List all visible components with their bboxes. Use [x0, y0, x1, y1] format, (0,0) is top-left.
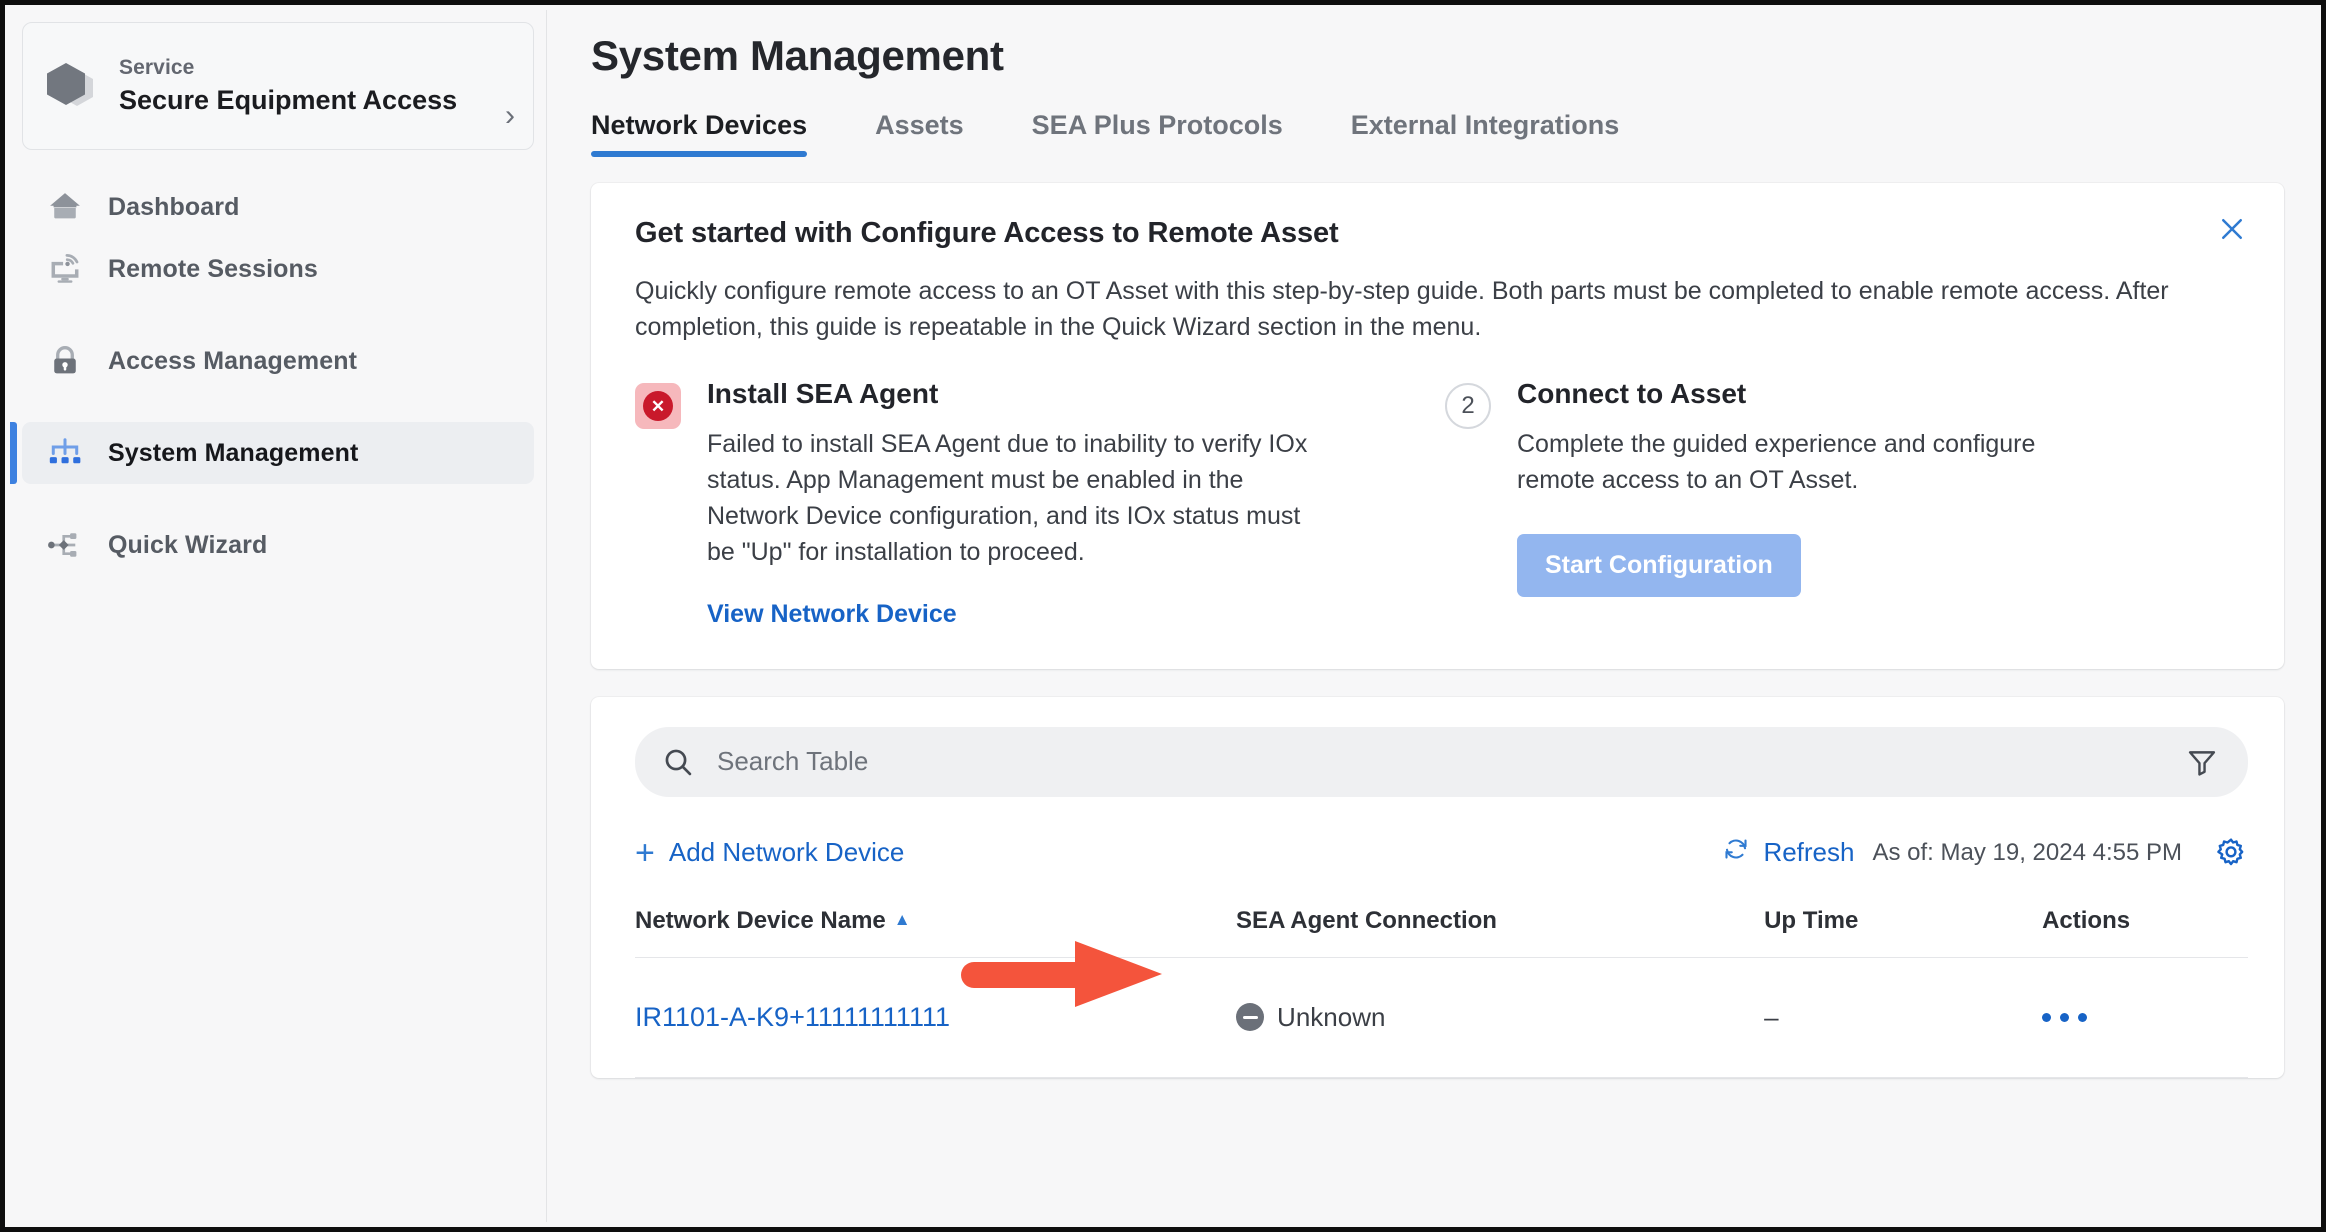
search-icon	[661, 745, 699, 779]
home-icon	[44, 186, 86, 228]
error-x-icon: ✕	[643, 391, 673, 421]
tab-sea-plus-protocols[interactable]: SEA Plus Protocols	[1032, 110, 1283, 157]
get-started-steps: ✕ Install SEA Agent Failed to install SE…	[635, 378, 2244, 629]
uptime-value: –	[1764, 1001, 1779, 1032]
start-configuration-button[interactable]: Start Configuration	[1517, 533, 1801, 597]
get-started-description: Quickly configure remote access to an OT…	[635, 277, 2169, 341]
system-nodes-icon	[44, 432, 86, 474]
step-title: Connect to Asset	[1517, 378, 1747, 409]
step-connect-to-asset: 2 Connect to Asset Complete the guided e…	[1445, 378, 2085, 629]
page-title: System Management	[591, 32, 1004, 79]
view-network-device-link[interactable]: View Network Device	[707, 600, 957, 629]
network-devices-panel: + Add Network Device	[591, 696, 2284, 1078]
sidebar-item-label: Quick Wizard	[108, 530, 268, 559]
sidebar-item-dashboard[interactable]: Dashboard	[22, 176, 534, 238]
lock-icon	[44, 340, 86, 382]
column-actions: Actions	[2042, 906, 2248, 958]
cell-actions	[2042, 957, 2248, 1078]
sidebar-item-remote-sessions[interactable]: Remote Sessions	[22, 238, 534, 300]
sidebar-item-label: System Management	[108, 438, 359, 467]
service-name: Secure Equipment Access	[119, 84, 458, 115]
close-icon[interactable]	[2210, 207, 2254, 251]
tab-label: External Integrations	[1350, 110, 1620, 140]
sort-asc-icon: ▲	[893, 909, 911, 929]
connection-status-text: Unknown	[1277, 1001, 1386, 1032]
minus-circle-icon	[1236, 1003, 1265, 1032]
content-area: Get started with Configure Access to Rem…	[547, 157, 2316, 1078]
step-description: Failed to install SEA Agent due to inabi…	[707, 429, 1308, 566]
refresh-label: Refresh	[1763, 837, 1855, 868]
search-bar[interactable]	[635, 726, 2248, 797]
remote-monitor-icon	[44, 248, 86, 290]
network-devices-table: Network Device Name ▲ SEA Agent Connectio…	[635, 906, 2248, 1078]
step-title: Install SEA Agent	[707, 378, 939, 409]
add-network-device-button[interactable]: + Add Network Device	[635, 836, 904, 870]
column-label: Up Time	[1764, 906, 1859, 934]
toolbar-right: Refresh As of: May 19, 2024 4:55 PM	[1721, 834, 2248, 871]
tab-label: Network Devices	[591, 110, 808, 140]
more-actions-icon[interactable]	[2042, 1012, 2248, 1022]
error-badge-icon: ✕	[635, 383, 681, 429]
cell-uptime: –	[1764, 957, 2043, 1078]
sidebar-item-label: Remote Sessions	[108, 254, 318, 283]
step-number-badge: 2	[1445, 383, 1491, 429]
screenshot-frame: Service Secure Equipment Access › Dashbo…	[0, 0, 2326, 1232]
wizard-nodes-icon	[44, 524, 86, 566]
column-sea-agent-connection[interactable]: SEA Agent Connection	[1236, 906, 1765, 958]
column-label: SEA Agent Connection	[1236, 906, 1497, 934]
search-input[interactable]	[699, 746, 2182, 778]
refresh-icon	[1721, 834, 1751, 871]
tab-external-integrations[interactable]: External Integrations	[1351, 110, 1620, 157]
column-up-time[interactable]: Up Time	[1764, 906, 2043, 958]
tab-label: Assets	[875, 110, 964, 140]
tab-bar: Network Devices Assets SEA Plus Protocol…	[547, 110, 2316, 157]
table-header-row: Network Device Name ▲ SEA Agent Connectio…	[635, 906, 2248, 958]
add-network-device-label: Add Network Device	[668, 837, 905, 868]
column-label: Network Device Name	[635, 906, 886, 934]
main-content: System Management Network Devices Assets…	[547, 10, 2316, 1222]
as-of-timestamp: As of: May 19, 2024 4:55 PM	[1872, 838, 2182, 866]
table-toolbar: + Add Network Device Refresh As of: May …	[635, 827, 2248, 879]
sidebar-item-system-management[interactable]: System Management	[10, 422, 534, 484]
step-description: Complete the guided experience and confi…	[1517, 429, 2036, 494]
service-label: Service	[119, 55, 195, 79]
tab-assets[interactable]: Assets	[875, 110, 964, 157]
sidebar-item-label: Dashboard	[108, 192, 240, 221]
app-root: Service Secure Equipment Access › Dashbo…	[10, 10, 2316, 1222]
sidebar-item-quick-wizard[interactable]: Quick Wizard	[22, 514, 534, 576]
sidebar-item-access-management[interactable]: Access Management	[22, 330, 534, 392]
column-label: Actions	[2042, 906, 2131, 934]
tab-network-devices[interactable]: Network Devices	[591, 110, 808, 157]
get-started-card: Get started with Configure Access to Rem…	[591, 183, 2284, 669]
filter-funnel-icon[interactable]	[2182, 745, 2222, 779]
plus-icon: +	[635, 833, 655, 872]
sidebar-nav: Dashboard Remote Sessions Access Managem…	[10, 176, 546, 576]
hexagon-service-icon	[43, 57, 101, 115]
tab-label: SEA Plus Protocols	[1031, 110, 1283, 140]
column-network-device-name[interactable]: Network Device Name ▲	[635, 906, 1237, 958]
sidebar: Service Secure Equipment Access › Dashbo…	[10, 10, 547, 1222]
chevron-right-icon[interactable]: ›	[497, 101, 515, 131]
table-row: IR1101-A-K9+11111111111 Unknown –	[635, 957, 2248, 1078]
refresh-button[interactable]: Refresh	[1721, 834, 1854, 871]
device-name-link[interactable]: IR1101-A-K9+11111111111	[635, 1002, 950, 1032]
cell-connection: Unknown	[1236, 957, 1765, 1078]
sidebar-item-label: Access Management	[108, 346, 358, 375]
gear-icon[interactable]	[2214, 836, 2248, 870]
service-selector[interactable]: Service Secure Equipment Access ›	[22, 22, 534, 150]
cell-device-name: IR1101-A-K9+11111111111	[635, 957, 1237, 1078]
step-install-sea-agent: ✕ Install SEA Agent Failed to install SE…	[635, 378, 1335, 629]
get-started-title: Get started with Configure Access to Rem…	[635, 217, 1339, 249]
